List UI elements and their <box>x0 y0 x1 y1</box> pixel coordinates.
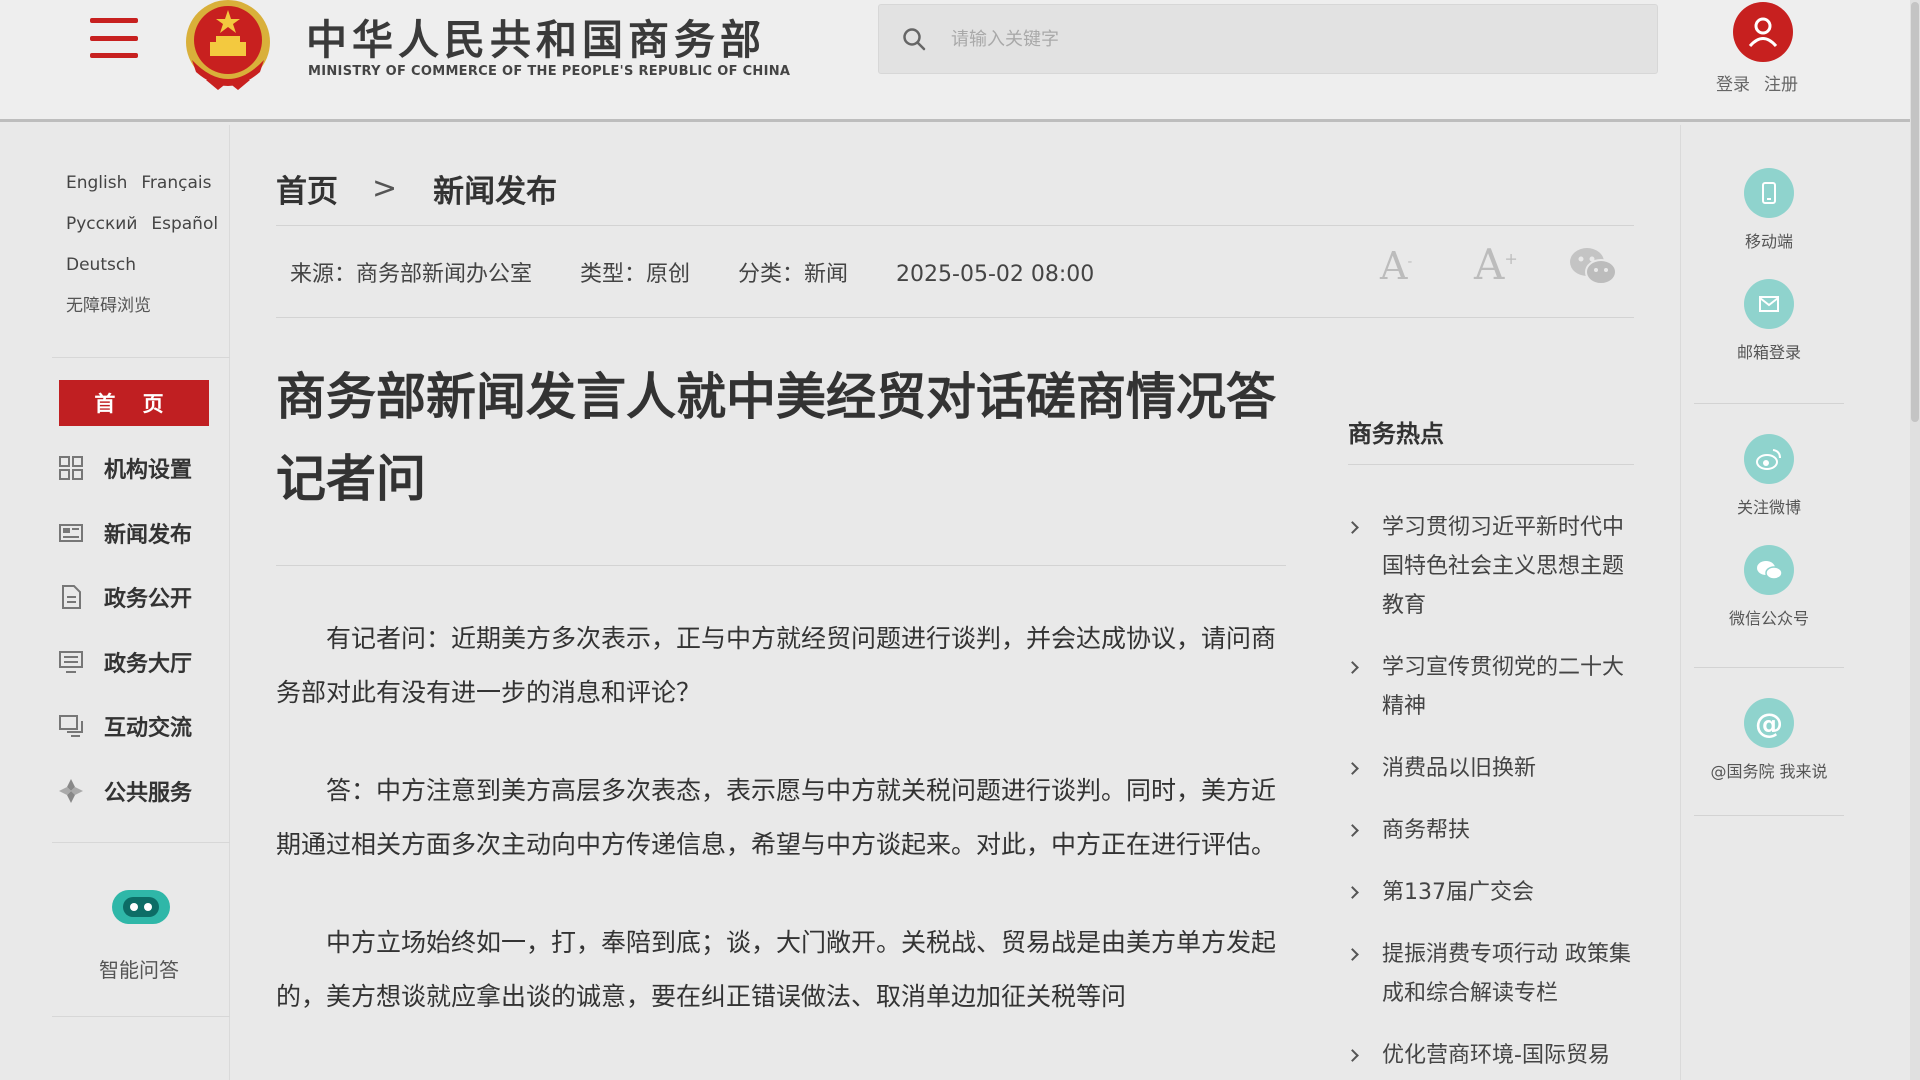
sidebar-item-service-hall[interactable]: 政务大厅 <box>58 630 192 695</box>
register-link[interactable]: 注册 <box>1764 75 1798 95</box>
divider <box>1694 667 1844 668</box>
assistant-label[interactable]: 智能问答 <box>99 954 179 983</box>
search-input[interactable] <box>951 28 1631 50</box>
divider <box>1694 403 1844 404</box>
monitor-icon <box>59 650 83 673</box>
divider <box>52 842 230 843</box>
meta-source: 来源：商务部新闻办公室 <box>290 262 533 287</box>
sidebar-nav: 机构设置 新闻发布 政务公开 政务大厅 互动交流 公共服务 <box>58 436 192 823</box>
lang-german[interactable]: Deutsch <box>66 255 136 275</box>
sidebar-item-gov-affairs[interactable]: 政务公开 <box>58 565 192 630</box>
sidebar-item-interaction[interactable]: 互动交流 <box>58 694 192 759</box>
document-icon <box>62 585 81 610</box>
divider <box>276 565 1286 566</box>
hotspot-item[interactable]: 商务帮扶 <box>1346 811 1636 850</box>
national-emblem-icon[interactable] <box>182 0 274 90</box>
article-title: 商务部新闻发言人就中美经贸对话磋商情况答记者问 <box>276 368 1276 508</box>
scrollbar-thumb[interactable] <box>1911 2 1919 422</box>
divider <box>276 317 1634 318</box>
meta-category: 分类：新闻 <box>738 262 849 287</box>
weibo-label: 关注微博 <box>1736 498 1801 517</box>
mobile-label: 移动端 <box>1744 232 1793 251</box>
at-icon: @ <box>1744 698 1794 748</box>
search-icon[interactable] <box>901 26 927 52</box>
sidebar-item-label: 机构设置 <box>104 458 193 484</box>
mail-icon <box>1744 279 1794 329</box>
divider <box>1348 464 1634 465</box>
weibo-link[interactable]: 关注微博 <box>1689 434 1849 518</box>
hotspot-item[interactable]: 第137届广交会 <box>1346 873 1636 912</box>
breadcrumb-home[interactable]: 首页 <box>276 166 338 211</box>
wechat-icon[interactable] <box>1568 246 1618 288</box>
divider <box>52 1016 230 1017</box>
lang-russian[interactable]: Русский <box>66 214 137 234</box>
weibo-icon <box>1744 434 1794 484</box>
font-increase-label: A <box>1474 240 1505 289</box>
article-body: 有记者问：近期美方多次表示，正与中方就经贸问题进行谈判，并会达成协议，请问商务部… <box>276 612 1286 1068</box>
mail-label: 邮箱登录 <box>1736 343 1801 362</box>
site-name-cn[interactable]: 中华人民共和国商务部 <box>306 6 766 66</box>
user-silhouette-icon <box>1748 17 1778 48</box>
state-council-link[interactable]: @ @国务院 我来说 <box>1689 698 1849 782</box>
hotspot-item[interactable]: 消费品以旧换新 <box>1346 749 1636 788</box>
sidebar-item-label: 新闻发布 <box>104 522 193 548</box>
state-council-label: @国务院 我来说 <box>1710 762 1828 781</box>
article-paragraph: 答：中方注意到美方高层多次表态，表示愿与中方就关税问题进行谈判。同时，美方近期通… <box>276 776 1277 859</box>
hotspot-item[interactable]: 学习贯彻习近平新时代中国特色社会主义思想主题教育 <box>1346 508 1636 625</box>
article-paragraph: 中方立场始终如一，打，奉陪到底；谈，大门敞开。关税战、贸易战是由美方单方发起的，… <box>276 928 1277 1011</box>
divider <box>1694 815 1844 816</box>
user-icon[interactable] <box>1733 2 1793 62</box>
wechat-account-icon <box>1744 545 1794 595</box>
sidebar-item-news[interactable]: 新闻发布 <box>58 501 192 566</box>
sidebar-item-label: 公共服务 <box>104 780 193 806</box>
lang-spanish[interactable]: Español <box>151 214 218 234</box>
service-icon <box>59 778 83 803</box>
hotspot-item[interactable]: 优化营商环境-国际贸易 <box>1346 1036 1636 1075</box>
font-decrease-label: A <box>1380 244 1408 288</box>
login-link[interactable]: 登录 <box>1716 75 1750 95</box>
sidebar-item-label: 互动交流 <box>104 716 193 742</box>
sidebar-item-label: 政务公开 <box>104 587 193 613</box>
auth-links: 登录 注册 <box>1716 70 1812 95</box>
sidebar-item-home[interactable]: 首 页 <box>59 380 209 426</box>
breadcrumb-current[interactable]: 新闻发布 <box>433 166 557 211</box>
sidebar-item-organization[interactable]: 机构设置 <box>58 436 192 501</box>
hotspot-title: 商务热点 <box>1348 420 1444 448</box>
sidebar-item-public-service[interactable]: 公共服务 <box>58 759 192 824</box>
meta-type: 类型：原创 <box>580 262 691 287</box>
site-name-en: MINISTRY OF COMMERCE OF THE PEOPLE'S REP… <box>308 64 791 79</box>
site-header: 中华人民共和国商务部 MINISTRY OF COMMERCE OF THE P… <box>0 0 1910 122</box>
hamburger-menu-icon[interactable] <box>90 18 138 58</box>
chat-icon <box>59 715 83 738</box>
search-bar <box>878 4 1658 74</box>
wechat-account-link[interactable]: 微信公众号 <box>1689 545 1849 629</box>
article-paragraph: 有记者问：近期美方多次表示，正与中方就经贸问题进行谈判，并会达成协议，请问商务部… <box>276 624 1277 707</box>
language-switcher: English Français Русский Español Deutsch 无… <box>66 163 232 327</box>
lang-french[interactable]: Français <box>141 173 211 193</box>
hotspot-item[interactable]: 提振消费专项行动 政策集成和综合解读专栏 <box>1346 935 1636 1013</box>
sidebar-item-label: 政务大厅 <box>104 651 193 677</box>
accessibility-link[interactable]: 无障碍浏览 <box>66 286 232 327</box>
divider <box>276 225 1634 226</box>
newspaper-icon <box>59 523 83 542</box>
robot-icon[interactable] <box>108 884 174 930</box>
mail-link[interactable]: 邮箱登录 <box>1689 279 1849 363</box>
divider <box>52 357 230 358</box>
hotspot-item[interactable]: 学习宣传贯彻党的二十大精神 <box>1346 648 1636 726</box>
meta-datetime: 2025-05-02 08:00 <box>896 262 1095 287</box>
mobile-icon <box>1744 168 1794 218</box>
hotspot-list: 学习贯彻习近平新时代中国特色社会主义思想主题教育 学习宣传贯彻党的二十大精神 消… <box>1346 508 1636 1080</box>
grid-icon <box>59 456 83 481</box>
wechat-account-label: 微信公众号 <box>1728 609 1809 628</box>
mobile-link[interactable]: 移动端 <box>1689 168 1849 252</box>
font-increase-button[interactable]: A+ <box>1474 240 1518 289</box>
breadcrumb-separator: > <box>372 171 398 206</box>
font-decrease-button[interactable]: A- <box>1380 244 1412 288</box>
lang-english[interactable]: English <box>66 173 127 193</box>
article-meta: 来源：商务部新闻办公室 类型：原创 分类：新闻 2025-05-02 08:00 <box>290 256 1142 288</box>
breadcrumb: 首页 > 新闻发布 <box>276 166 557 211</box>
